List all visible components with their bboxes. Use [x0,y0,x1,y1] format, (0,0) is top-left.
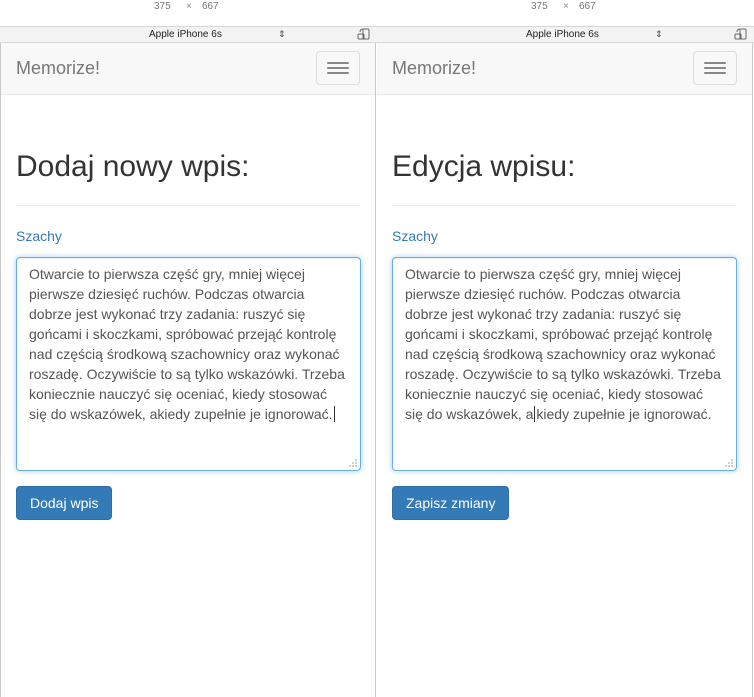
textarea-line-last: się do wskazówek, akiedy zupełnie je ign… [405,404,724,424]
viewport-width[interactable]: 375 [154,1,171,12]
hamburger-menu-icon [327,67,349,69]
divider [392,205,736,206]
viewport-dimensions: 375 × 667 [377,0,754,26]
hamburger-menu-icon [704,72,726,74]
text-caret [333,406,335,422]
resize-grip-icon[interactable] [725,459,733,467]
hamburger-menu-icon [704,67,726,69]
textarea-line: gońcami i skoczkami, spróbować przejąć k… [29,326,337,342]
hamburger-menu-icon [327,72,349,74]
save-changes-button[interactable]: Zapisz zmiany [392,486,510,520]
device-select[interactable]: Apple iPhone 6s [526,29,599,40]
textarea-line: koniecznie nauczyć się oceniać, kiedy st… [405,386,704,402]
hamburger-menu-icon [704,62,726,64]
navbar: Memorize! [1,43,375,95]
device-preview-left: 375 × 667 Apple iPhone 6s ⇕ Memorize! Do… [0,0,377,697]
rotate-device-icon[interactable] [734,28,748,41]
textarea-line: nad częścią środkową szachownicy oraz wy… [29,346,340,362]
viewport-height[interactable]: 667 [202,1,219,12]
device-select-arrows-icon[interactable]: ⇕ [655,27,663,41]
navbar-toggle-button[interactable] [693,51,737,85]
entry-textarea[interactable]: Otwarcie to pierwsza część gry, mniej wi… [392,257,737,471]
page-title: Dodaj nowy wpis: [16,150,250,183]
textarea-line: pierwsze dziesięć ruchów. Podczas otwarc… [405,286,681,302]
mobile-screen: Memorize! Dodaj nowy wpis: Szachy Otwarc… [0,43,376,697]
textarea-line: dobrze jest wykonać trzy zadania: ruszyć… [29,306,306,322]
navbar-toggle-button[interactable] [316,51,360,85]
entry-textarea[interactable]: Otwarcie to pierwsza część gry, mniej wi… [16,257,361,471]
resize-grip-icon[interactable] [349,459,357,467]
times-sign: × [186,1,192,12]
category-label[interactable]: Szachy [392,228,438,244]
rotate-device-icon[interactable] [357,28,371,41]
device-select[interactable]: Apple iPhone 6s [149,29,222,40]
device-select-arrows-icon[interactable]: ⇕ [278,27,286,41]
textarea-line: roszadę. Oczywiście to są tylko wskazówk… [405,366,721,382]
textarea-text-before-caret: się do wskazówek, a [405,406,534,422]
textarea-line: gońcami i skoczkami, spróbować przejąć k… [405,326,713,342]
textarea-line: roszadę. Oczywiście to są tylko wskazówk… [29,366,345,382]
navbar-brand[interactable]: Memorize! [392,58,476,79]
textarea-line-text: się do wskazówek, akiedy zupełnie je ign… [29,406,333,422]
viewport-width[interactable]: 375 [531,1,548,12]
textarea-line: Otwarcie to pierwsza część gry, mniej wi… [405,266,681,282]
times-sign: × [563,1,569,12]
device-preview-right: 375 × 667 Apple iPhone 6s ⇕ Memorize! Ed… [377,0,754,697]
viewport-dimensions: 375 × 667 [0,0,377,26]
device-toolbar: Apple iPhone 6s ⇕ [0,26,377,43]
navbar-brand[interactable]: Memorize! [16,58,100,79]
mobile-screen: Memorize! Edycja wpisu: Szachy Otwarcie … [377,43,753,697]
textarea-line: koniecznie nauczyć się oceniać, kiedy st… [29,386,328,402]
page-title: Edycja wpisu: [392,150,576,183]
textarea-line: nad częścią środkową szachownicy oraz wy… [405,346,716,362]
device-toolbar: Apple iPhone 6s ⇕ [377,26,754,43]
textarea-text-after-caret: kiedy zupełnie je ignorować. [536,406,712,422]
textarea-line: pierwsze dziesięć ruchów. Podczas otwarc… [29,286,305,302]
divider [16,205,360,206]
textarea-line-last: się do wskazówek, akiedy zupełnie je ign… [29,404,348,424]
hamburger-menu-icon [327,62,349,64]
textarea-line: dobrze jest wykonać trzy zadania: ruszyć… [405,306,682,322]
textarea-line: Otwarcie to pierwsza część gry, mniej wi… [29,266,305,282]
viewport-height[interactable]: 667 [579,1,596,12]
category-label[interactable]: Szachy [16,228,62,244]
add-entry-button[interactable]: Dodaj wpis [16,486,113,520]
navbar: Memorize! [377,43,752,95]
